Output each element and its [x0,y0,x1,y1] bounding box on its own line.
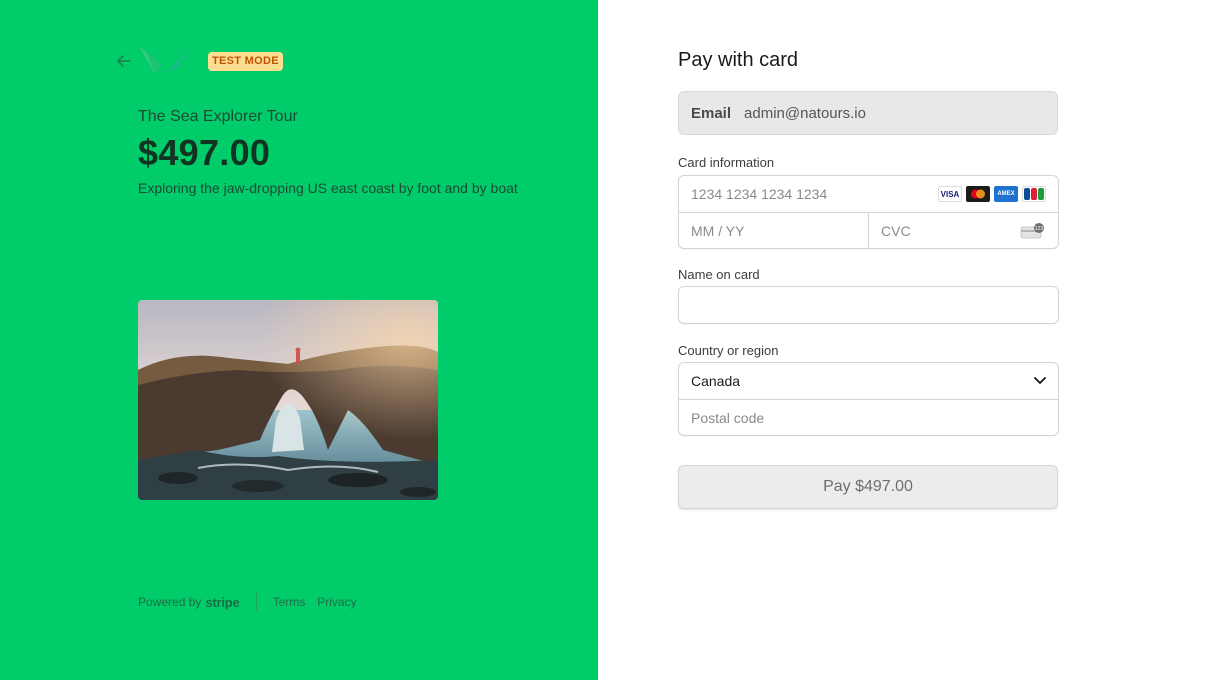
cvc-input[interactable]: CVC 123 [868,213,1058,248]
name-on-card-label: Name on card [678,267,760,282]
terms-link[interactable]: Terms [273,595,306,609]
product-image [138,300,438,500]
powered-by-label: Powered by [138,595,202,609]
form-title: Pay with card [678,49,799,71]
svg-text:123: 123 [1035,226,1044,232]
country-label: Country or region [678,343,779,358]
email-value: admin@natours.io [744,104,866,122]
jcb-icon [1022,186,1046,202]
card-information-label: Card information [678,155,775,170]
name-on-card-input[interactable] [678,286,1059,324]
amex-icon: AMEX [994,186,1018,202]
email-field[interactable]: Email admin@natours.io [678,91,1058,135]
expiry-input[interactable]: MM / YY [679,213,868,248]
product-price: $497.00 [138,132,271,173]
stripe-logo: stripe [205,594,240,610]
pay-button[interactable]: Pay $497.00 [678,465,1058,509]
powered-by[interactable]: Powered by stripe [138,595,240,610]
cvc-card-icon: 123 [1020,223,1044,239]
footer-divider [255,592,257,612]
product-name: The Sea Explorer Tour [138,108,298,125]
natours-logo-icon [139,46,189,74]
card-brands: VISA AMEX [938,186,1058,202]
footer: Powered by stripe Terms Privacy [138,592,369,612]
mastercard-icon [966,186,990,202]
country-region-group: Canada Postal code [678,362,1059,436]
privacy-link[interactable]: Privacy [317,595,356,609]
country-select[interactable]: Canada [679,363,1058,399]
card-number-input[interactable]: 1234 1234 1234 1234 [679,176,938,212]
cvc-placeholder: CVC [881,222,911,239]
email-label: Email [691,104,732,122]
test-mode-badge: TEST MODE [208,52,283,71]
back-arrow-icon[interactable] [116,52,132,70]
postal-code-input[interactable]: Postal code [679,400,1058,435]
chevron-down-icon [1034,377,1046,385]
product-description: Exploring the jaw-dropping US east coast… [138,180,518,196]
visa-icon: VISA [938,186,962,202]
order-summary-panel: TEST MODE The Sea Explorer Tour $497.00 … [0,0,598,680]
country-value: Canada [691,373,741,389]
card-information-group: 1234 1234 1234 1234 VISA AMEX MM / YY CV… [678,175,1059,249]
